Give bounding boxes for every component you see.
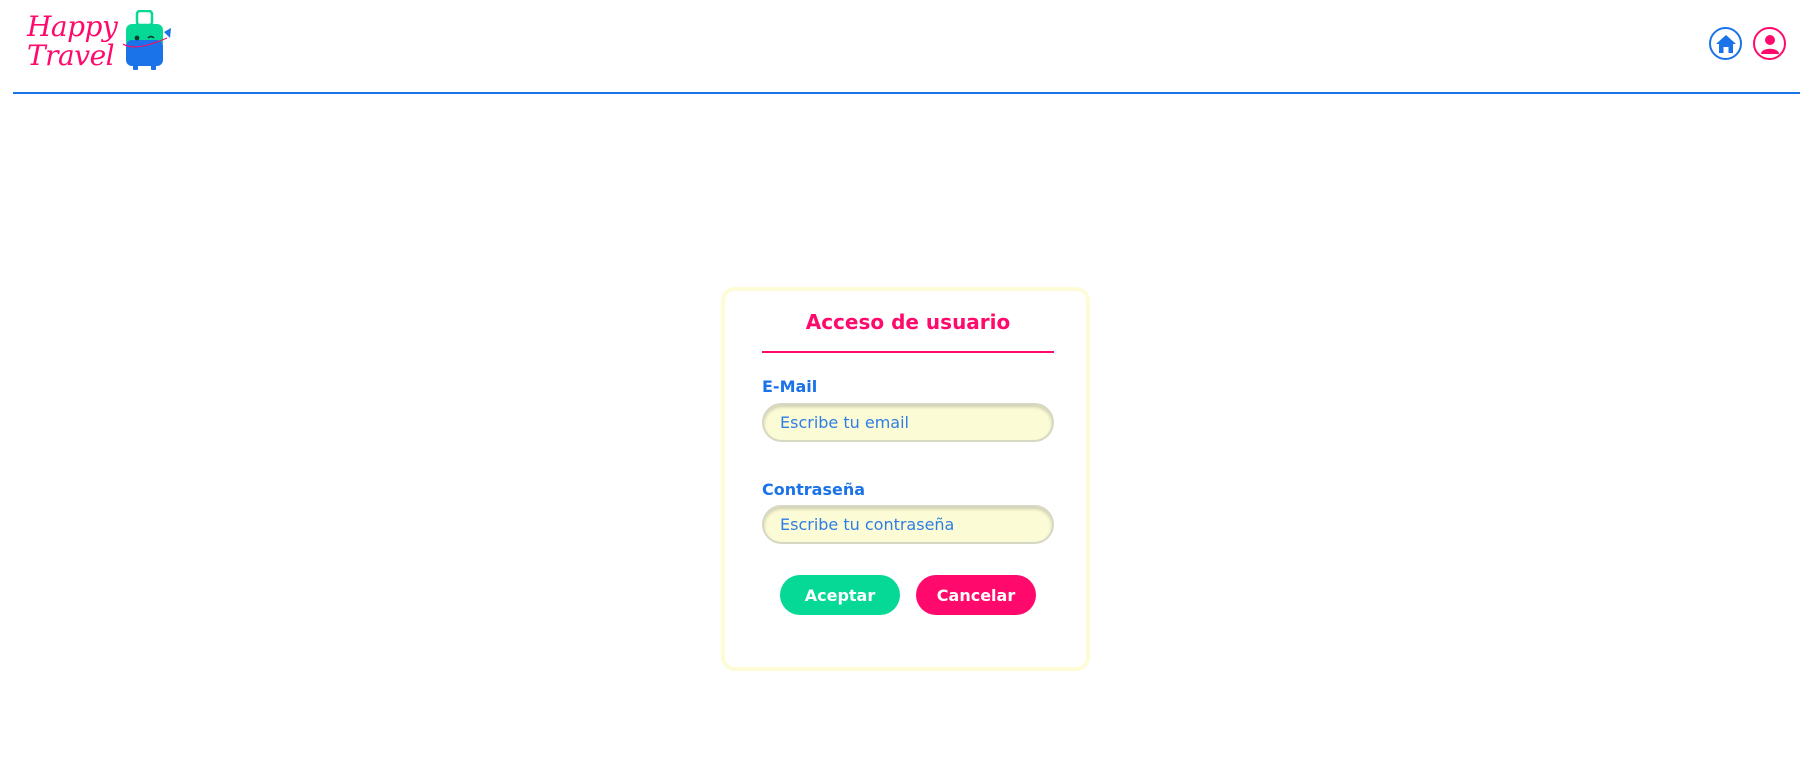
login-form: Acceso de usuario E-Mail Contraseña Acep… xyxy=(721,287,1090,671)
header-nav xyxy=(1709,27,1786,60)
password-field[interactable] xyxy=(762,505,1054,544)
user-icon xyxy=(1760,34,1779,54)
happy-travel-logo[interactable]: Happy Travel xyxy=(27,10,182,80)
top-header: Happy Travel xyxy=(13,0,1800,94)
logo-line-2: Travel xyxy=(27,39,115,72)
email-field[interactable] xyxy=(762,403,1054,442)
logo-line-1: Happy xyxy=(27,10,118,43)
home-button[interactable] xyxy=(1709,27,1742,60)
home-icon xyxy=(1715,34,1736,53)
logo-wordmark: Happy Travel xyxy=(27,10,118,72)
cancel-button[interactable]: Cancelar xyxy=(916,575,1036,615)
user-button[interactable] xyxy=(1753,27,1786,60)
accept-button[interactable]: Aceptar xyxy=(780,575,900,615)
email-label: E-Mail xyxy=(762,377,818,396)
password-label: Contraseña xyxy=(762,480,866,499)
suitcase-mascot-icon xyxy=(123,10,171,70)
login-title: Acceso de usuario xyxy=(762,309,1054,353)
